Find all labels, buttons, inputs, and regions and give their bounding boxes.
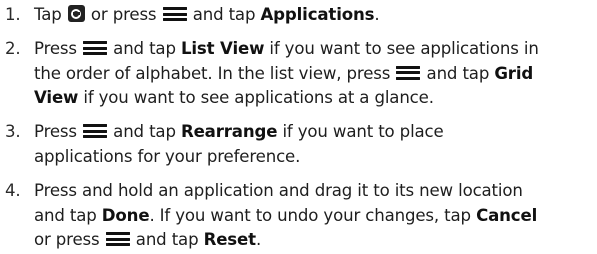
- instructions-document: 1. Tap or press and tap Applications. 2.…: [0, 0, 597, 254]
- step-text-segment: applications for your preference.: [34, 146, 301, 166]
- step-text-segment: and tap: [192, 5, 256, 24]
- menu-key-icon: [105, 232, 130, 246]
- step-text-segment: and tap: [426, 63, 490, 83]
- step-number: 4.: [5, 181, 21, 200]
- step-text-segment: or press: [90, 5, 157, 24]
- step-text-segment: or press: [34, 230, 100, 249]
- menu-key-icon: [396, 65, 421, 80]
- step-text: Press and hold an application and drag i…: [34, 179, 537, 253]
- step-number: 1.: [5, 5, 21, 24]
- ui-term-grid-view: Grid: [494, 63, 534, 83]
- step-text-segment: if you want to see applications in: [269, 39, 539, 58]
- ui-term-cancel: Cancel: [476, 205, 538, 225]
- ui-term-grid-view: View: [34, 88, 79, 107]
- step-text: Press and tap Rearrange if you want to p…: [34, 120, 444, 169]
- step-text-segment: . If you want to undo your changes, tap: [149, 205, 471, 225]
- step-text-segment: and tap: [113, 122, 176, 141]
- menu-key-icon: [162, 7, 187, 21]
- step-text-segment: if you want to see applications at a gla…: [83, 88, 434, 107]
- step-text-segment: .: [374, 5, 380, 24]
- menu-key-icon: [83, 41, 108, 55]
- home-key-icon: [67, 5, 85, 22]
- step-text-segment: if you want to place: [282, 122, 444, 141]
- menu-key-icon: [83, 124, 108, 138]
- ui-term-done: Done: [101, 205, 150, 225]
- step-number: 2.: [5, 39, 21, 58]
- step-text-segment: and tap: [113, 39, 176, 58]
- step-text-segment: Press: [34, 39, 77, 58]
- ui-term-list-view: List View: [180, 39, 265, 58]
- step-text-segment: and tap: [135, 230, 199, 249]
- step-text: Tap or press and tap Applications.: [34, 3, 380, 28]
- step-text-segment: Press and hold an application and drag i…: [34, 181, 523, 200]
- step-text-segment: the order of alphabet. In the list view,…: [34, 63, 391, 83]
- ui-term-rearrange: Rearrange: [180, 122, 278, 141]
- ui-term-applications: Applications: [260, 5, 375, 24]
- step-text-segment: Press: [34, 122, 77, 141]
- ui-term-reset: Reset: [203, 230, 257, 249]
- step-number: 3.: [5, 122, 21, 141]
- step-text-segment: and tap: [34, 205, 97, 225]
- step-text-segment: Tap: [34, 5, 62, 24]
- step-text: Press and tap List View if you want to s…: [34, 37, 539, 111]
- step-text-segment: .: [255, 230, 262, 249]
